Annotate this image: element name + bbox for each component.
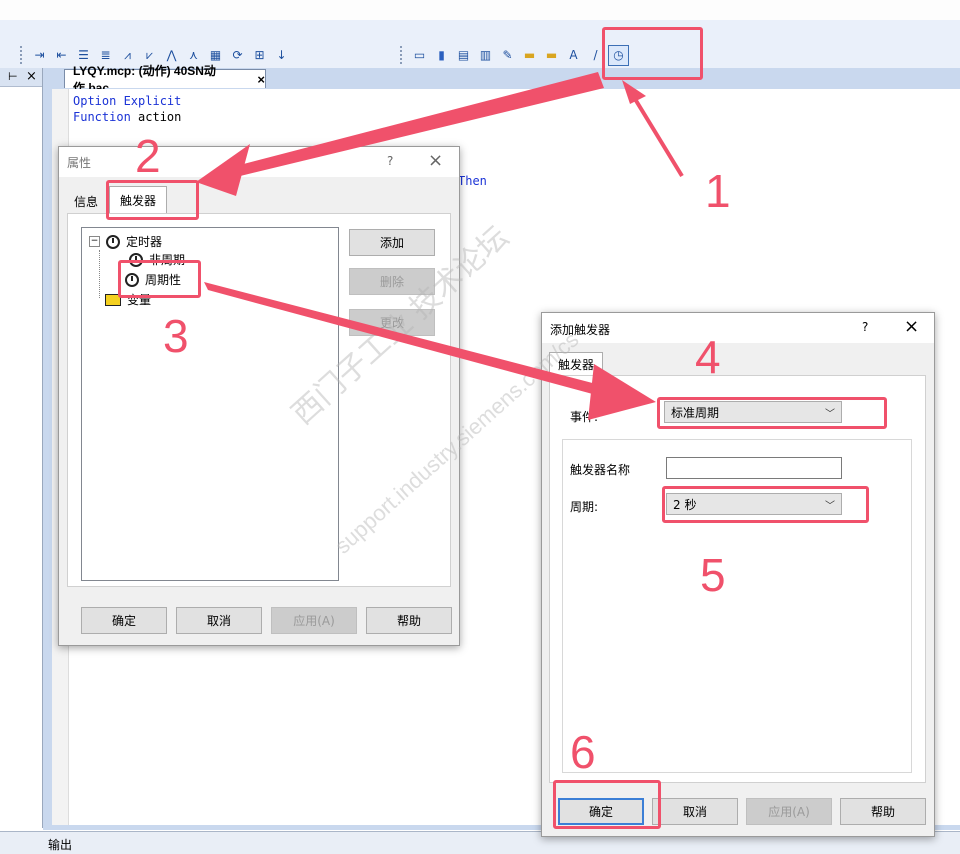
pointer-to-timer — [630, 92, 684, 178]
annotation-number-4: 4 — [695, 331, 721, 383]
arrow-head-event — [588, 364, 656, 420]
annotation-number-5: 5 — [700, 549, 726, 601]
annotation-number-1: 1 — [705, 165, 731, 217]
highlight-cyclic-item — [118, 260, 201, 298]
highlight-period-select — [662, 486, 869, 523]
highlight-event-select — [657, 397, 887, 429]
arrow-to-event — [204, 282, 604, 396]
highlight-trigger-tab — [106, 180, 199, 220]
annotation-number-2: 2 — [135, 130, 161, 182]
pointer-head-timer — [622, 80, 646, 104]
arrow-to-tab — [228, 72, 604, 178]
annotation-number-6: 6 — [570, 726, 596, 778]
arrow-head-tab — [196, 144, 250, 196]
highlight-ok-button — [553, 780, 661, 829]
highlight-timer-button — [602, 27, 703, 80]
annotation-number-3: 3 — [163, 310, 189, 362]
